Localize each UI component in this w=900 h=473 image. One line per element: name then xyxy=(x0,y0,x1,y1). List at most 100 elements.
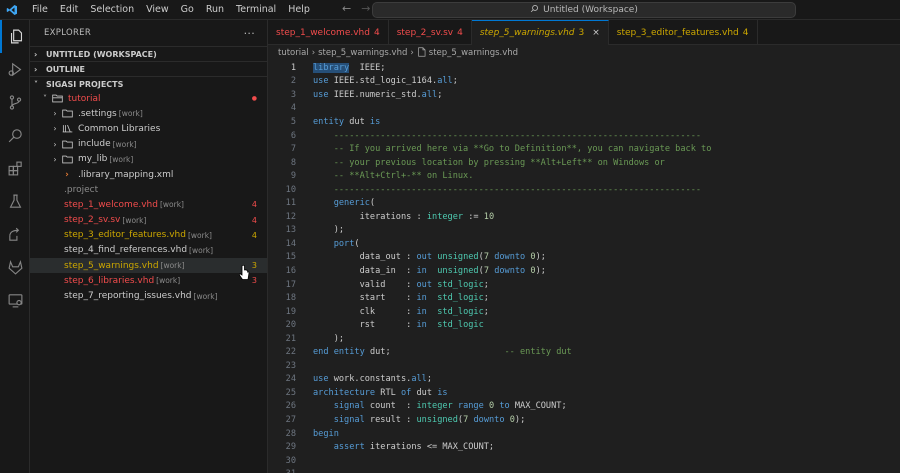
tab-label: step_3_editor_features.vhd xyxy=(616,27,739,38)
extensions-icon[interactable] xyxy=(0,152,30,185)
gitlab-icon[interactable] xyxy=(0,251,30,284)
menu-terminal[interactable]: Terminal xyxy=(230,0,282,20)
tree-item[interactable]: step_4_find_references.vhd [work] xyxy=(30,243,267,258)
more-actions-icon[interactable]: ··· xyxy=(244,27,255,40)
command-center[interactable]: Untitled (Workspace) xyxy=(372,2,796,18)
remote-icon[interactable] xyxy=(0,218,30,251)
code-line[interactable]: 19 clk : in std_logic; xyxy=(268,305,900,319)
tree-item[interactable]: › my_lib [work] xyxy=(30,152,267,167)
menu-run[interactable]: Run xyxy=(200,0,230,20)
code-line[interactable]: 6 --------------------------------------… xyxy=(268,129,900,143)
code-token: entity xyxy=(313,116,345,127)
code-line[interactable]: 30 xyxy=(268,454,900,468)
tree-item[interactable]: step_3_editor_features.vhd [work] 4 xyxy=(30,228,267,243)
line-number: 5 xyxy=(290,116,296,127)
projects-section-header[interactable]: ˅ SIGASI PROJECTS xyxy=(30,76,267,91)
library-tag: [work] xyxy=(156,276,181,286)
code-line[interactable]: 22 end entity dut; -- entity dut xyxy=(268,345,900,359)
code-line[interactable]: 9 -- **Alt+Ctrl+-** on Linux. xyxy=(268,169,900,183)
menu-file[interactable]: File xyxy=(26,0,54,20)
tree-item[interactable]: › .settings [work] xyxy=(30,106,267,121)
remote-explorer-icon[interactable] xyxy=(0,284,30,317)
code-editor[interactable]: 1 library IEEE; 2 use IEEE.std_logic_1164.a… xyxy=(268,61,900,473)
code-line[interactable]: 28 begin xyxy=(268,427,900,441)
search-icon xyxy=(530,4,539,16)
workspace-section-header[interactable]: › UNTITLED (WORKSPACE) xyxy=(30,46,267,61)
tab-step-1-welcome-vhd[interactable]: step_1_welcome.vhd 4 xyxy=(268,20,389,45)
code-line[interactable]: 3 use IEEE.numeric_std.all; xyxy=(268,88,900,102)
tab-step-2-sv-sv[interactable]: step_2_sv.sv 4 xyxy=(389,20,472,45)
breadcrumb-symbol[interactable]: step_5_warnings.vhd xyxy=(429,48,518,58)
breadcrumb-file[interactable]: step_5_warnings.vhd xyxy=(318,48,407,58)
code-line[interactable]: 10 -------------------------------------… xyxy=(268,183,900,197)
code-line[interactable]: 15 data_out : out unsigned(7 downto 0); xyxy=(268,251,900,265)
chevron-right-icon[interactable]: › xyxy=(50,155,60,164)
tree-item-label: Common Libraries xyxy=(78,123,161,134)
tab-step-3-editor-features-vhd[interactable]: step_3_editor_features.vhd 4 xyxy=(609,20,758,45)
chevron-down-icon[interactable]: ˅ xyxy=(40,94,50,103)
code-line[interactable]: 14 port( xyxy=(268,237,900,251)
tab-step-5-warnings-vhd[interactable]: step_5_warnings.vhd 3 × xyxy=(471,20,609,45)
code-line[interactable]: 20 rst : in std_logic xyxy=(268,318,900,332)
line-number: 29 xyxy=(285,442,296,453)
menu-help[interactable]: Help xyxy=(282,0,316,20)
tree-item[interactable]: step_2_sv.sv [work] 4 xyxy=(30,213,267,228)
testing-icon[interactable] xyxy=(0,185,30,218)
code-line[interactable]: 5 entity dut is xyxy=(268,115,900,129)
code-line[interactable]: 1 library IEEE; xyxy=(268,61,900,75)
code-line[interactable]: 31 -------------------------------------… xyxy=(268,467,900,473)
menu-view[interactable]: View xyxy=(140,0,175,20)
code-line[interactable]: 18 start : in std_logic; xyxy=(268,291,900,305)
search-activity-icon[interactable] xyxy=(0,119,30,152)
code-line[interactable]: 8 -- your previous location by pressing … xyxy=(268,156,900,170)
chevron-right-icon[interactable]: › xyxy=(50,140,60,149)
menu-selection[interactable]: Selection xyxy=(84,0,140,20)
code-token: ( xyxy=(354,238,360,249)
chevron-right-icon[interactable]: › xyxy=(50,124,60,133)
tree-item[interactable]: › .library_mapping.xml xyxy=(30,167,267,182)
outline-section-header[interactable]: › OUTLINE xyxy=(30,61,267,76)
code-token: ); xyxy=(333,225,345,236)
code-line[interactable]: 25 architecture RTL of dut is xyxy=(268,386,900,400)
code-line[interactable]: 26 signal count : integer range 0 to MAX… xyxy=(268,400,900,414)
explorer-icon[interactable] xyxy=(0,20,30,53)
code-line[interactable]: 12 iterations : integer := 10 xyxy=(268,210,900,224)
code-text: use IEEE.numeric_std.all; xyxy=(296,90,442,100)
tree-item[interactable]: step_1_welcome.vhd [work] 4 xyxy=(30,197,267,212)
arrow-right-icon[interactable]: → xyxy=(361,2,370,15)
code-line[interactable]: 21 ); xyxy=(268,332,900,346)
close-icon[interactable]: × xyxy=(592,28,600,38)
code-line[interactable]: 11 generic( xyxy=(268,196,900,210)
code-line[interactable]: 13 ); xyxy=(268,224,900,238)
line-number: 25 xyxy=(285,387,296,398)
menu-edit[interactable]: Edit xyxy=(54,0,84,20)
code-line[interactable]: 17 valid : out std_logic; xyxy=(268,278,900,292)
tab-label: step_1_welcome.vhd xyxy=(276,27,370,38)
tree-item[interactable]: ˅ tutorial ● xyxy=(30,91,267,106)
code-line[interactable]: 2 use IEEE.std_logic_1164.all; xyxy=(268,75,900,89)
tree-item[interactable]: › Common Libraries xyxy=(30,121,267,136)
code-line[interactable]: 29 assert iterations <= MAX_COUNT; xyxy=(268,440,900,454)
tree-item[interactable]: step_5_warnings.vhd [work] 3 xyxy=(30,258,267,274)
run-debug-icon[interactable] xyxy=(0,53,30,86)
tree-item[interactable]: step_7_reporting_issues.vhd [work] xyxy=(30,288,267,303)
code-line[interactable]: 4 xyxy=(268,102,900,116)
code-line[interactable]: 16 data_in : in unsigned(7 downto 0); xyxy=(268,264,900,278)
code-line[interactable]: 24 use work.constants.all; xyxy=(268,373,900,387)
tree-item[interactable]: .project xyxy=(30,182,267,197)
code-line[interactable]: 27 signal result : unsigned(7 downto 0); xyxy=(268,413,900,427)
code-line[interactable]: 7 -- If you arrived here via **Go to Def… xyxy=(268,142,900,156)
tree-item[interactable]: › include [work] xyxy=(30,137,267,152)
chevron-right-icon[interactable]: › xyxy=(50,109,60,118)
source-control-icon[interactable] xyxy=(0,86,30,119)
menu-go[interactable]: Go xyxy=(175,0,200,20)
arrow-left-icon[interactable]: ← xyxy=(342,2,351,15)
tree-item[interactable]: step_6_libraries.vhd [work] 3 xyxy=(30,273,267,288)
code-line[interactable]: 23 xyxy=(268,359,900,373)
breadcrumb-folder[interactable]: tutorial xyxy=(278,48,309,58)
code-token: IEEE.numeric_std. xyxy=(328,89,422,100)
